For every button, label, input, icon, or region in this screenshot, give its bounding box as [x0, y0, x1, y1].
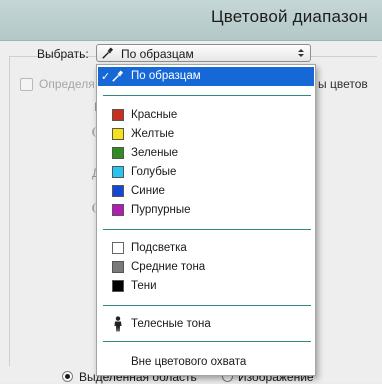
- localized-clusters-checkbox[interactable]: [20, 78, 33, 91]
- color-swatch-blue: [112, 185, 124, 197]
- menu-separator: [103, 95, 311, 96]
- localized-clusters-label-tail: ы цветов: [318, 77, 368, 91]
- dialog-title: Цветовой диапазон: [210, 7, 368, 26]
- menu-item-skin-tones[interactable]: Телесные тона: [98, 315, 314, 334]
- menu-item-label: Голубые: [131, 166, 177, 178]
- menu-separator: [103, 305, 311, 306]
- color-swatch-yellow: [112, 128, 124, 140]
- color-swatch-white: [112, 242, 124, 254]
- color-swatch-cyan: [112, 166, 124, 178]
- color-swatch-black: [112, 280, 124, 292]
- menu-item-blues[interactable]: Синие: [98, 182, 314, 201]
- menu-item-label: Пурпурные: [131, 204, 191, 216]
- menu-item-label: Средние тона: [131, 261, 206, 273]
- menu-item-greens[interactable]: Зеленые: [98, 144, 314, 163]
- menu-item-shadows[interactable]: Тени: [98, 277, 314, 296]
- menu-separator: [103, 229, 311, 230]
- menu-item-label: Телесные тона: [131, 318, 211, 330]
- menu-item-label: Синие: [131, 185, 165, 197]
- menu-item-label: Красные: [131, 109, 178, 121]
- updown-arrows-icon: [298, 49, 304, 57]
- menu-item-magentas[interactable]: Пурпурные: [98, 201, 314, 220]
- menu-separator: [103, 341, 311, 342]
- select-value: По образцам: [121, 47, 194, 61]
- menu-item-label: Тени: [131, 280, 157, 292]
- select-dropdown-menu: ✓ По образцам Красные Желтые Зеленые Гол…: [96, 64, 316, 376]
- menu-item-yellows[interactable]: Желтые: [98, 125, 314, 144]
- menu-item-sampled-colors[interactable]: ✓ По образцам: [98, 67, 314, 86]
- dialog-titlebar: Цветовой диапазон: [0, 0, 382, 41]
- menu-item-label: Желтые: [131, 128, 175, 140]
- person-icon: [114, 316, 122, 332]
- frame-left-line: [9, 56, 10, 366]
- menu-item-label: По образцам: [131, 70, 201, 82]
- eyedropper-icon: [112, 70, 124, 82]
- select-label: Выбрать:: [37, 47, 89, 61]
- menu-item-midtones[interactable]: Средние тона: [98, 258, 314, 277]
- menu-item-cyans[interactable]: Голубые: [98, 163, 314, 182]
- color-swatch-green: [112, 147, 124, 159]
- menu-item-label: Подсветка: [131, 242, 187, 254]
- color-swatch-gray: [112, 261, 124, 273]
- menu-item-highlights[interactable]: Подсветка: [98, 239, 314, 258]
- menu-item-out-of-gamut[interactable]: Вне цветового охвата: [98, 353, 314, 372]
- select-dropdown[interactable]: По образцам: [96, 44, 311, 62]
- eyedropper-icon: [102, 47, 114, 59]
- color-swatch-red: [112, 109, 124, 121]
- menu-item-label: Вне цветового охвата: [131, 356, 247, 368]
- localized-clusters-label: Определя: [39, 77, 95, 91]
- color-swatch-magenta: [112, 204, 124, 216]
- selection-preview-radio[interactable]: [62, 371, 73, 382]
- menu-item-reds[interactable]: Красные: [98, 106, 314, 125]
- checkmark-icon: ✓: [101, 71, 111, 83]
- menu-item-label: Зеленые: [131, 147, 179, 159]
